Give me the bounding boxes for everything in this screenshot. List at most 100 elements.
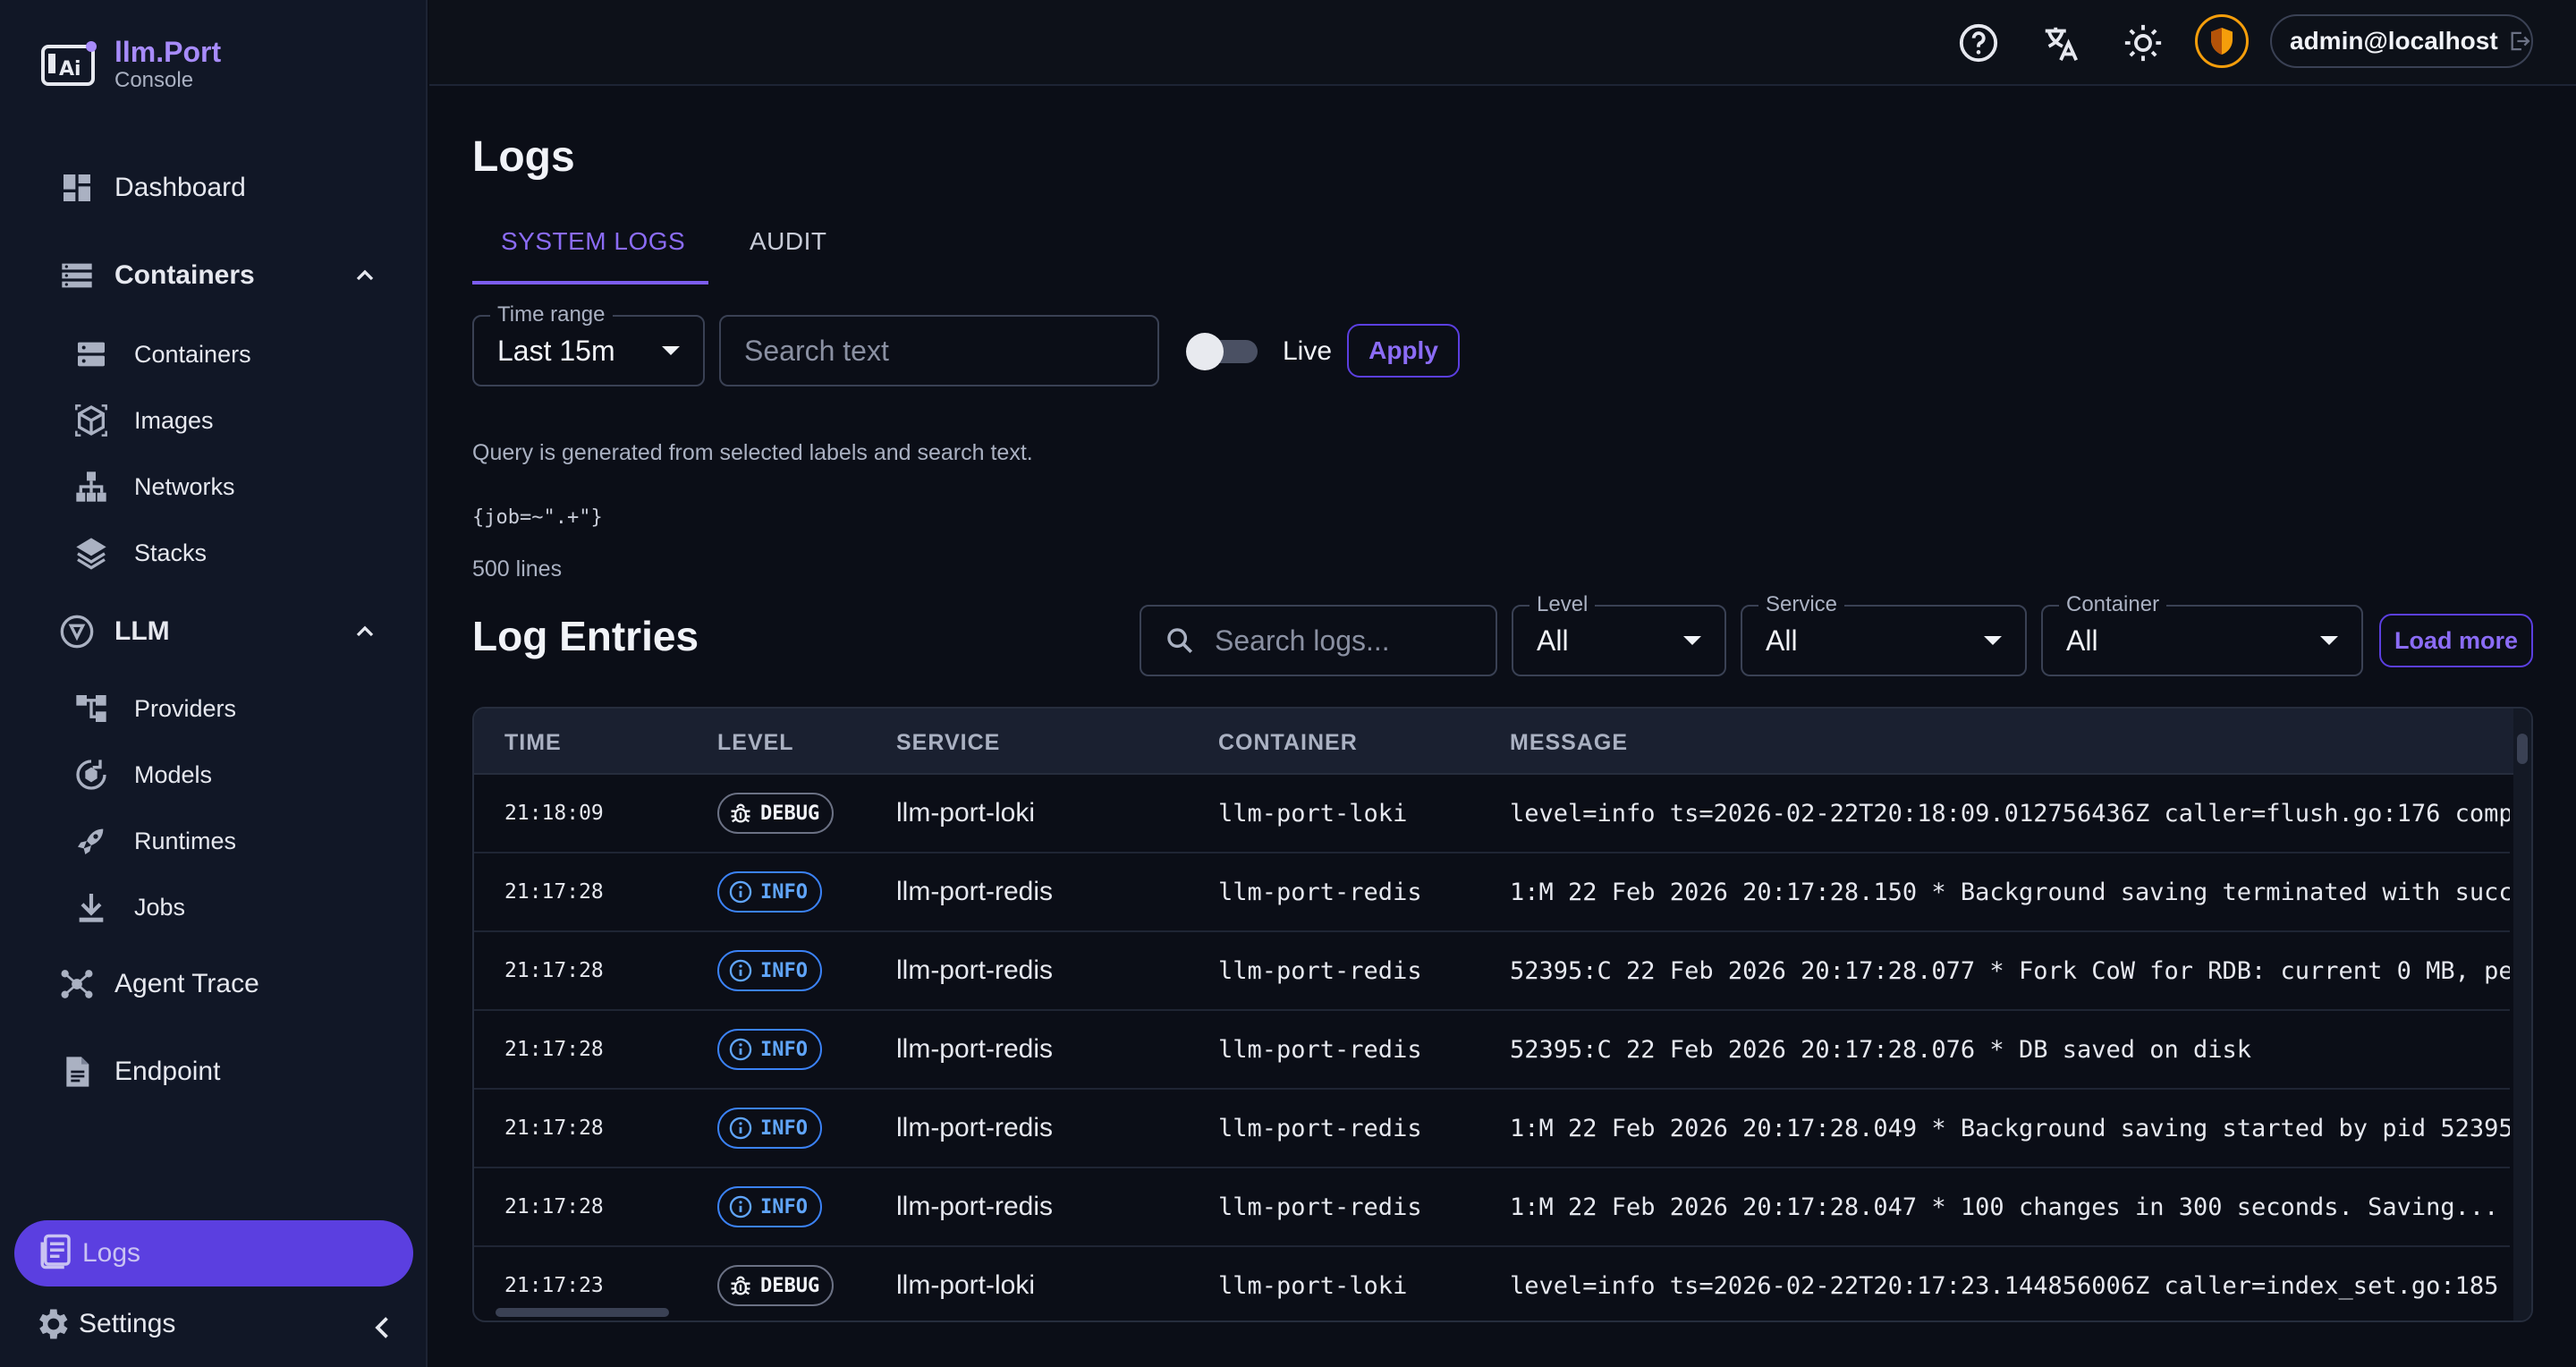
chevron-up-icon[interactable] <box>351 261 379 290</box>
sidebar-item-endpoint[interactable]: Endpoint <box>57 1047 220 1097</box>
caret-down-icon <box>2320 636 2338 645</box>
log-time: 21:17:28 <box>504 959 604 982</box>
table-row[interactable]: 21:17:28 INFO llm-port-redis llm-port-redis… <box>474 1090 2510 1168</box>
sidebar-item-containers[interactable]: Containers <box>72 329 251 379</box>
sidebar-item-dashboard[interactable]: Dashboard <box>57 163 246 213</box>
load-more-button[interactable]: Load more <box>2379 614 2533 667</box>
log-container: llm-port-redis <box>1218 878 1422 906</box>
sidebar-item-label: Networks <box>134 472 235 500</box>
bug-icon <box>731 803 750 823</box>
sidebar-item-agent-trace[interactable]: Agent Trace <box>57 959 259 1009</box>
log-level-cell: INFO <box>717 1090 822 1167</box>
sidebar-item-jobs[interactable]: Jobs <box>72 882 185 932</box>
sidebar-item-label: Logs <box>82 1238 141 1268</box>
horizontal-scrollbar-thumb[interactable] <box>496 1308 669 1317</box>
table-row[interactable]: 21:17:28 INFO llm-port-redis llm-port-redis… <box>474 1168 2510 1247</box>
sidebar-item-label: Endpoint <box>114 1057 221 1086</box>
sidebar-item-label: Models <box>134 760 213 788</box>
log-level-cell: INFO <box>717 1011 822 1088</box>
sidebar-item-label: Agent Trace <box>114 969 259 998</box>
sidebar-group-llm[interactable]: LLM <box>57 607 170 657</box>
log-container: llm-port-redis <box>1218 1035 1422 1064</box>
table-row[interactable]: 21:17:28 INFO llm-port-redis llm-port-redis… <box>474 853 2510 932</box>
container-filter-label: Container <box>2059 592 2167 617</box>
container-filter-value: All <box>2066 624 2098 657</box>
time-range-label: Time range <box>490 302 613 327</box>
log-container: llm-port-redis <box>1218 956 1422 985</box>
sidebar-item-stacks[interactable]: Stacks <box>72 528 207 578</box>
help-icon <box>1959 23 1998 63</box>
log-level-cell: DEBUG <box>717 775 835 852</box>
level-badge: INFO <box>717 1108 822 1149</box>
help-button[interactable] <box>1955 20 2002 66</box>
level-badge: INFO <box>717 871 822 913</box>
shield-icon <box>2211 28 2233 55</box>
query-expression: {job=~".+"} <box>472 506 603 529</box>
sidebar-item-models[interactable]: Models <box>72 750 212 800</box>
cube-icon <box>72 401 111 440</box>
svg-text:Ai: Ai <box>59 58 81 81</box>
log-message: 1:M 22 Feb 2026 20:17:28.049 * Backgroun… <box>1510 1114 2510 1142</box>
level-filter-select[interactable]: Level All <box>1512 592 1726 676</box>
security-button[interactable] <box>2195 14 2249 68</box>
table-row[interactable]: 21:17:28 INFO llm-port-redis llm-port-redis… <box>474 1011 2510 1090</box>
top-bar: admin@localhost <box>429 0 2576 86</box>
tab-system-logs[interactable]: SYSTEM LOGS <box>501 227 685 256</box>
sidebar-item-settings[interactable]: Settings <box>32 1304 175 1344</box>
log-time: 21:18:09 <box>504 802 604 825</box>
column-header-service[interactable]: SERVICE <box>896 730 1000 756</box>
chevron-up-icon[interactable] <box>351 617 379 646</box>
level-badge-text: DEBUG <box>760 802 820 825</box>
log-container: llm-port-loki <box>1218 799 1408 828</box>
sidebar-item-label: Runtimes <box>134 827 237 854</box>
sidebar-item-logs[interactable]: Logs <box>14 1220 413 1286</box>
tab-audit[interactable]: AUDIT <box>750 227 827 256</box>
info-icon <box>729 880 752 904</box>
sidebar-item-runtimes[interactable]: Runtimes <box>72 816 236 866</box>
container-filter-select[interactable]: Container All <box>2041 592 2363 676</box>
log-level-cell: INFO <box>717 932 822 1009</box>
apply-button[interactable]: Apply <box>1347 324 1460 378</box>
user-menu-button[interactable]: admin@localhost <box>2270 14 2533 68</box>
live-toggle-knob[interactable] <box>1186 333 1224 370</box>
brand[interactable]: Ai llm.Port Console <box>39 36 221 93</box>
table-row[interactable]: 21:17:28 INFO llm-port-redis llm-port-redis… <box>474 932 2510 1011</box>
search-text-input[interactable]: Search text <box>719 315 1159 386</box>
table-row[interactable]: 21:18:09 DEBUG llm-port-loki llm-port-loki l… <box>474 775 2510 853</box>
line-count: 500 lines <box>472 556 563 582</box>
translate-icon <box>2045 27 2078 61</box>
sidebar-item-label: Stacks <box>134 539 208 566</box>
vertical-scrollbar[interactable] <box>2513 709 2531 1320</box>
sidebar-group-containers[interactable]: Containers <box>57 250 255 301</box>
column-header-time[interactable]: TIME <box>504 730 562 756</box>
log-time: 21:17:28 <box>504 1038 604 1061</box>
level-badge: DEBUG <box>717 793 835 834</box>
active-tab-indicator <box>472 281 708 284</box>
brand-logo-icon: Ai <box>41 41 97 86</box>
horizontal-scrollbar[interactable] <box>474 1306 2531 1320</box>
table-header: TIME LEVEL SERVICE CONTAINER MESSAGE <box>474 709 2531 775</box>
column-header-message[interactable]: MESSAGE <box>1510 730 1628 756</box>
theme-toggle-button[interactable] <box>2120 20 2166 66</box>
document-icon <box>57 1052 97 1091</box>
log-service: llm-port-redis <box>896 1113 1054 1142</box>
sidebar-item-images[interactable]: Images <box>72 395 214 446</box>
time-range-select[interactable]: Time range Last 15m <box>472 302 705 386</box>
vertical-scrollbar-thumb[interactable] <box>2517 734 2528 764</box>
logout-icon <box>2511 31 2530 51</box>
service-filter-value: All <box>1766 624 1798 657</box>
language-button[interactable] <box>2038 20 2084 66</box>
level-badge: INFO <box>717 1186 822 1227</box>
search-logs-input[interactable]: Search logs... <box>1140 605 1497 676</box>
sidebar-item-networks[interactable]: Networks <box>72 462 235 512</box>
caret-down-icon <box>662 346 680 355</box>
search-logs-placeholder: Search logs... <box>1215 624 1390 657</box>
column-header-level[interactable]: LEVEL <box>717 730 794 756</box>
column-header-container[interactable]: CONTAINER <box>1218 730 1358 756</box>
service-filter-select[interactable]: Service All <box>1741 592 2027 676</box>
logs-icon <box>38 1233 75 1275</box>
query-hint: Query is generated from selected labels … <box>472 440 1033 465</box>
collapse-sidebar-chevron-left-icon[interactable] <box>367 1312 399 1344</box>
sidebar-item-providers[interactable]: Providers <box>72 684 236 734</box>
network-icon <box>72 467 111 506</box>
